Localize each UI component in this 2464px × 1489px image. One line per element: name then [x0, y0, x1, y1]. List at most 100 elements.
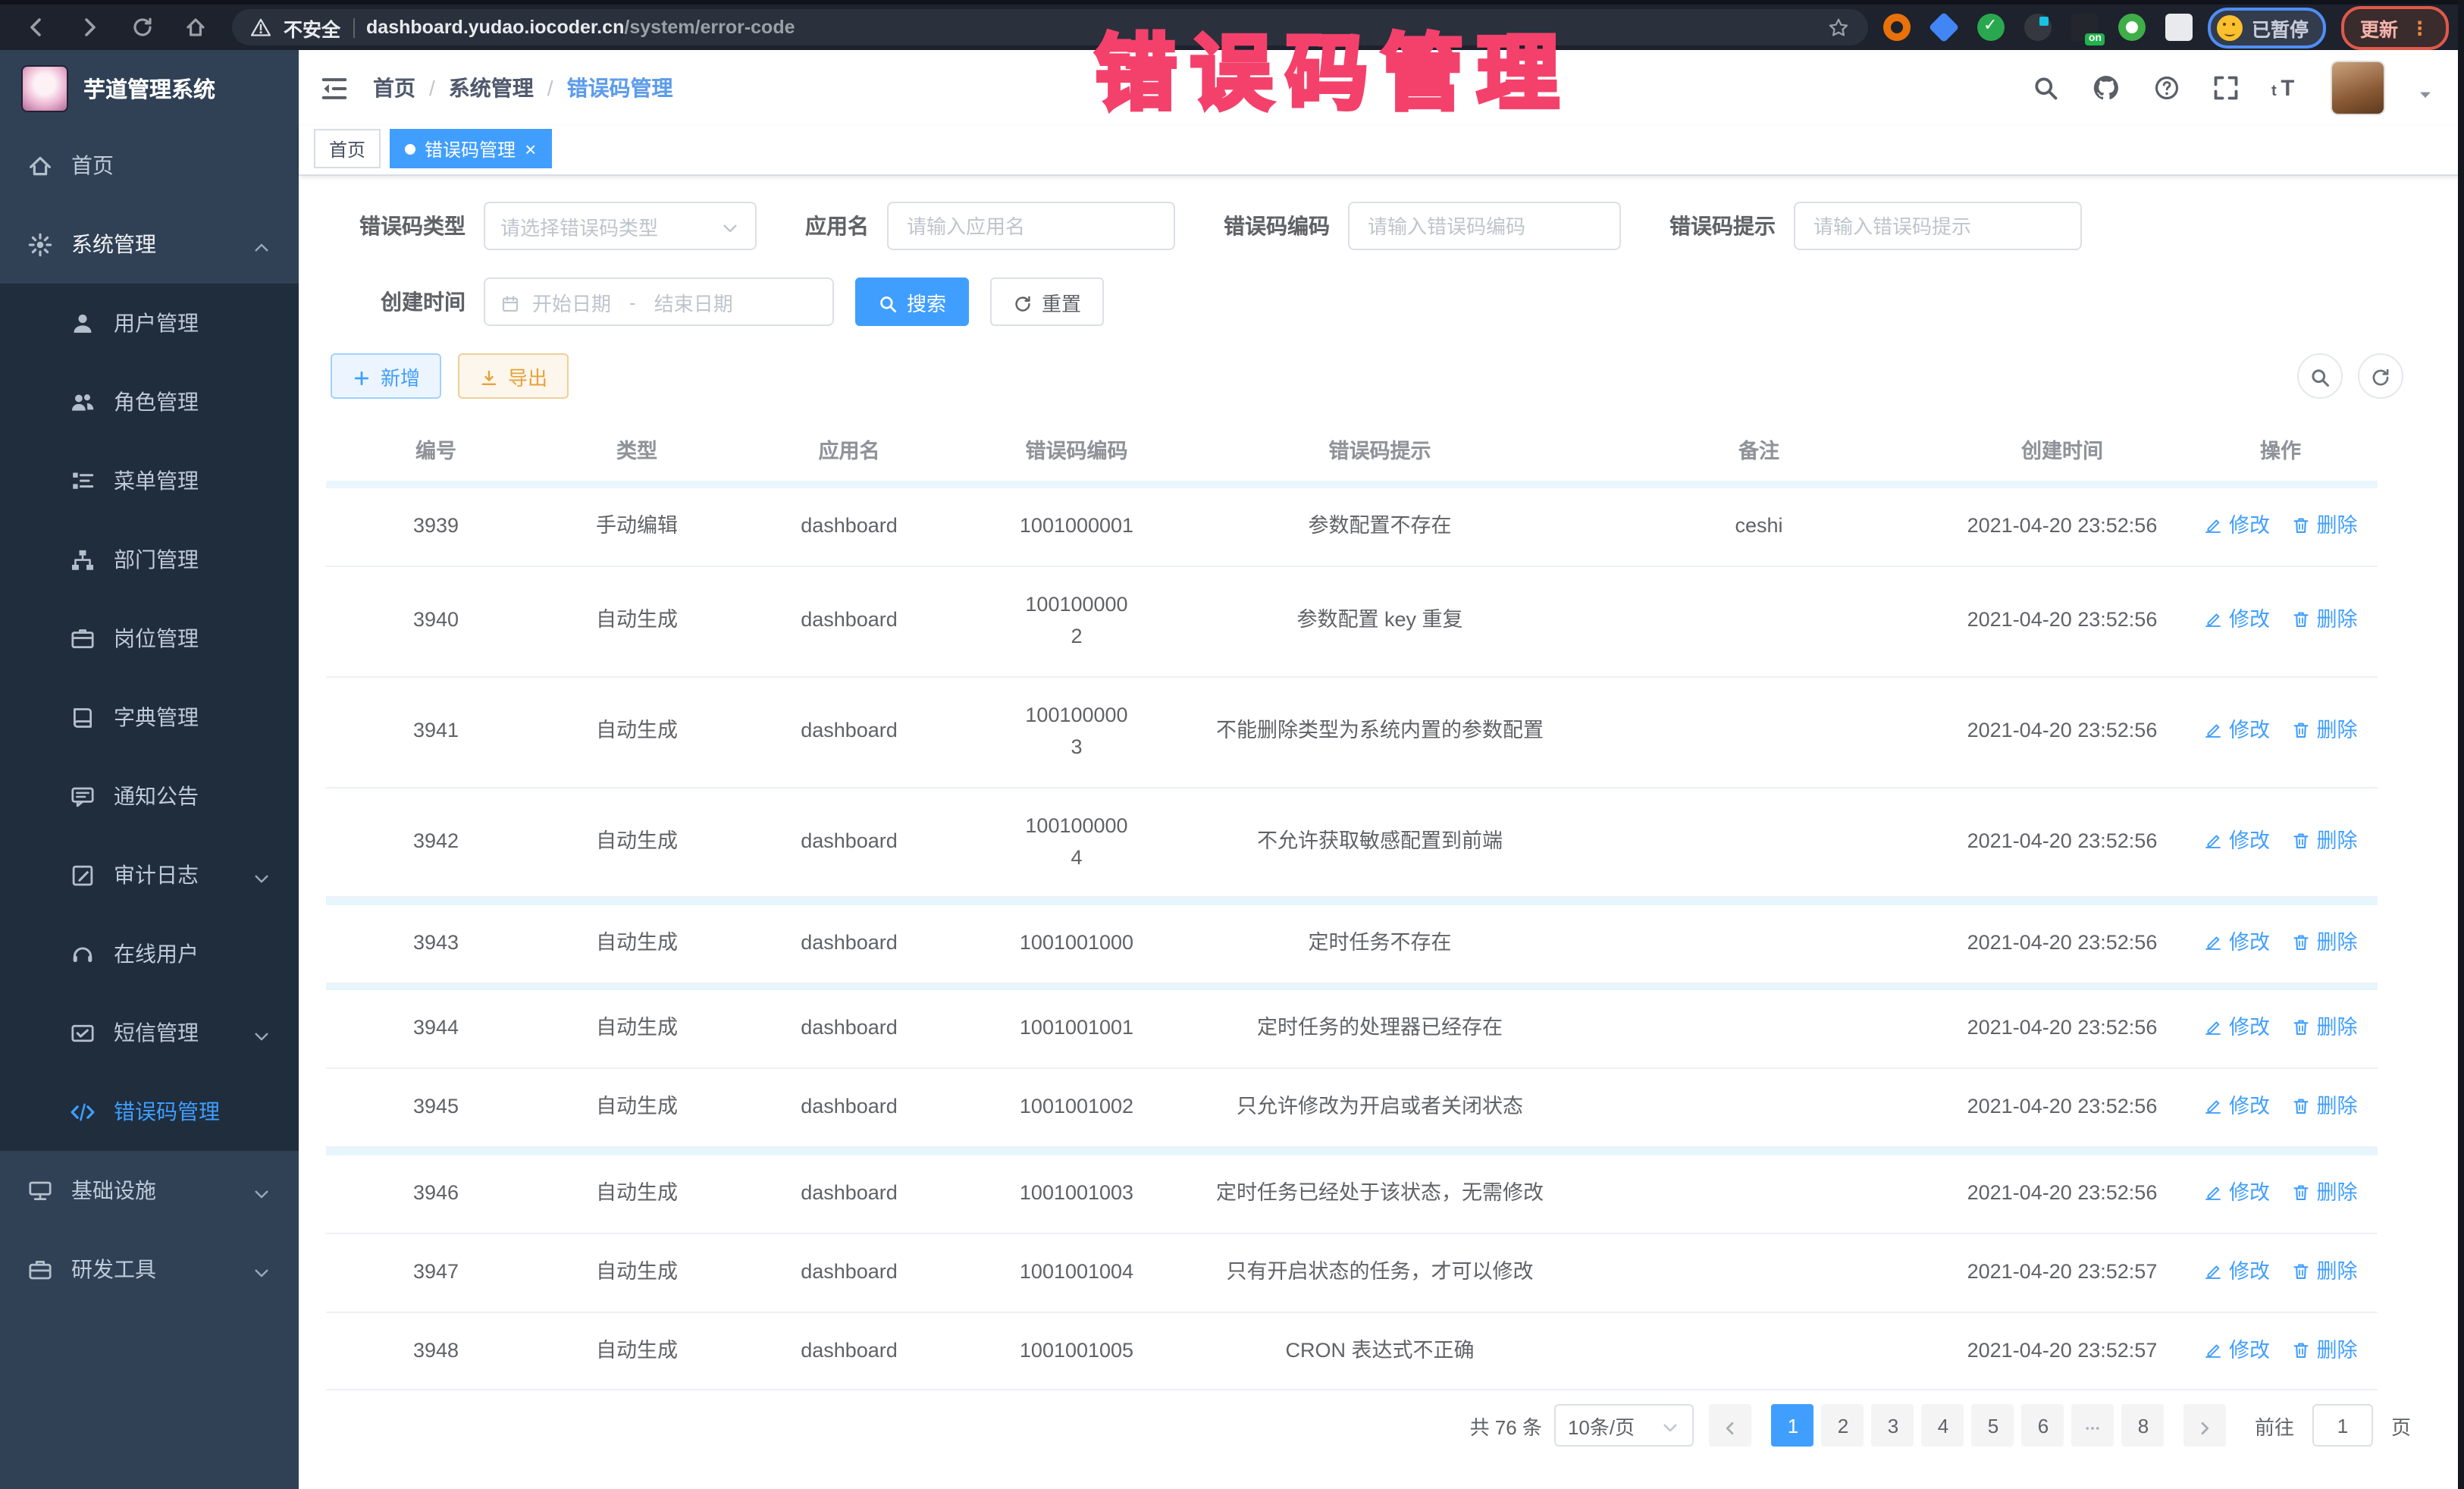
sidebar-item-部门管理[interactable]: 部门管理	[0, 520, 299, 599]
prev-page-button[interactable]	[1710, 1404, 1752, 1447]
page-button-8[interactable]: 8	[2122, 1404, 2165, 1447]
edit-button[interactable]: 修改	[2203, 719, 2270, 741]
page-size-select[interactable]: 10条/页	[1554, 1404, 1694, 1447]
green-key-extension-icon[interactable]	[2118, 14, 2146, 41]
address-bar[interactable]: 不安全 dashboard.yudao.iocoder.cn/system/er…	[232, 9, 1868, 45]
reload-icon[interactable]	[130, 15, 155, 39]
search-icon[interactable]	[2032, 74, 2059, 102]
sidebar-item-在线用户[interactable]: 在线用户	[0, 914, 299, 993]
sidebar-item-短信管理[interactable]: 短信管理	[0, 993, 299, 1072]
blue-gem-extension-icon[interactable]	[1929, 12, 1960, 43]
table-row[interactable]: 3945自动生成dashboard1001001002只允许修改为开启或者关闭状…	[326, 1069, 2378, 1148]
tab-error-code[interactable]: 错误码管理 ×	[390, 129, 551, 168]
edit-button[interactable]: 修改	[2203, 1017, 2270, 1039]
refresh-table-button[interactable]	[2358, 353, 2403, 399]
sidebar-item-角色管理[interactable]: 角色管理	[0, 362, 299, 441]
breadcrumb-home[interactable]: 首页	[373, 73, 415, 103]
app-logo-row[interactable]: 芋道管理系统	[0, 50, 299, 126]
sidebar-item-研发工具[interactable]: 研发工具	[0, 1230, 299, 1309]
sidebar-collapse-icon[interactable]	[320, 74, 349, 102]
reset-button[interactable]: 重置	[990, 277, 1104, 326]
edit-button[interactable]: 修改	[2203, 1338, 2270, 1361]
sidebar-item-用户管理[interactable]: 用户管理	[0, 284, 299, 362]
page-button-1[interactable]: 1	[1772, 1404, 1814, 1447]
orange-ring-extension-icon[interactable]	[1883, 14, 1911, 41]
app-name-input[interactable]	[904, 213, 1158, 239]
help-icon[interactable]	[2153, 74, 2180, 102]
puzzle-extension-icon[interactable]	[2165, 14, 2193, 41]
table-row[interactable]: 3944自动生成dashboard1001001001定时任务的处理器已经存在2…	[326, 991, 2378, 1069]
search-button[interactable]: 搜索	[855, 277, 969, 326]
paused-extension-badge[interactable]: 已暂停	[2208, 7, 2327, 48]
delete-button[interactable]: 删除	[2291, 829, 2358, 852]
sidebar-item-岗位管理[interactable]: 岗位管理	[0, 599, 299, 678]
forward-icon[interactable]	[77, 15, 102, 39]
github-icon[interactable]	[2091, 73, 2121, 103]
sidebar-item-错误码管理[interactable]: 错误码管理	[0, 1072, 299, 1151]
table-row[interactable]: 3948自动生成dashboard1001001005CRON 表达式不正确20…	[326, 1312, 2378, 1390]
page-button-5[interactable]: 5	[1972, 1404, 2014, 1447]
sidebar-item-首页[interactable]: 首页	[0, 126, 299, 205]
delete-button[interactable]: 删除	[2291, 719, 2358, 741]
back-icon[interactable]	[24, 15, 49, 39]
delete-button[interactable]: 删除	[2291, 1259, 2358, 1282]
add-button[interactable]: 新增	[331, 353, 441, 399]
browser-menu-icon[interactable]: ⋮	[2410, 16, 2431, 39]
grid-extension-icon[interactable]	[2024, 14, 2052, 41]
toggle-search-button[interactable]	[2297, 353, 2343, 399]
tab-home[interactable]: 首页	[314, 129, 381, 168]
delete-button[interactable]: 删除	[2291, 1096, 2358, 1118]
edit-button[interactable]: 修改	[2203, 1096, 2270, 1118]
font-size-icon[interactable]: tT	[2271, 74, 2299, 102]
sidebar-item-审计日志[interactable]: 审计日志	[0, 835, 299, 914]
page-button-2[interactable]: 2	[1822, 1404, 1864, 1447]
delete-button[interactable]: 删除	[2291, 931, 2358, 954]
table-row[interactable]: 3943自动生成dashboard1001001000定时任务不存在2021-0…	[326, 905, 2378, 983]
errorcode-hint-input[interactable]	[1810, 213, 2065, 239]
fullscreen-icon[interactable]	[2212, 74, 2240, 102]
home-icon[interactable]	[183, 15, 208, 39]
edit-button[interactable]: 修改	[2203, 829, 2270, 852]
tab-close-icon[interactable]: ×	[525, 139, 536, 158]
sidebar-item-通知公告[interactable]: 通知公告	[0, 757, 299, 835]
goto-page-input[interactable]	[2312, 1404, 2373, 1447]
edit-button[interactable]: 修改	[2203, 1180, 2270, 1203]
errorcode-type-select[interactable]: 请选择错误码类型	[484, 202, 757, 250]
green-check-extension-icon[interactable]	[1977, 14, 2005, 41]
table-row[interactable]: 3941自动生成dashboard100100000 3不能删除类型为系统内置的…	[326, 677, 2378, 788]
edit-button[interactable]: 修改	[2203, 1259, 2270, 1282]
breadcrumb-separator: /	[547, 76, 553, 100]
delete-button[interactable]: 删除	[2291, 1338, 2358, 1361]
table-row[interactable]: 3942自动生成dashboard100100000 4不允许获取敏感配置到前端…	[326, 787, 2378, 898]
edit-button[interactable]: 修改	[2203, 609, 2270, 632]
table-row[interactable]: 3946自动生成dashboard1001001003定时任务已经处于该状态，无…	[326, 1155, 2378, 1233]
more-pages-icon[interactable]	[2072, 1404, 2114, 1447]
sidebar-item-菜单管理[interactable]: 菜单管理	[0, 441, 299, 520]
sidebar-item-系统管理[interactable]: 系统管理	[0, 205, 299, 284]
browser-update-button[interactable]: 更新 ⋮	[2342, 5, 2449, 49]
table-row[interactable]: 3939手动编辑dashboard1001000001参数配置不存在ceshi2…	[326, 488, 2378, 566]
errorcode-code-input[interactable]	[1365, 213, 1604, 239]
sidebar-item-字典管理[interactable]: 字典管理	[0, 678, 299, 757]
sidebar-item-基础设施[interactable]: 基础设施	[0, 1151, 299, 1230]
chevron-down-icon[interactable]	[2417, 80, 2434, 96]
page-button-6[interactable]: 6	[2022, 1404, 2064, 1447]
edit-button[interactable]: 修改	[2203, 931, 2270, 954]
bookmark-star-icon[interactable]	[1827, 16, 1850, 39]
page-button-3[interactable]: 3	[1872, 1404, 1914, 1447]
user-avatar[interactable]	[2331, 61, 2385, 115]
on-badge-extension-icon[interactable]: on	[2071, 14, 2099, 41]
delete-button[interactable]: 删除	[2291, 609, 2358, 632]
delete-button[interactable]: 删除	[2291, 1180, 2358, 1203]
next-page-button[interactable]	[2184, 1404, 2227, 1447]
window-scrollbar[interactable]	[2458, 0, 2464, 1489]
breadcrumb-system[interactable]: 系统管理	[449, 73, 534, 103]
create-time-range-picker[interactable]: 开始日期 - 结束日期	[484, 277, 834, 326]
delete-button[interactable]: 删除	[2291, 1017, 2358, 1039]
delete-button[interactable]: 删除	[2291, 514, 2358, 537]
table-row[interactable]: 3940自动生成dashboard100100000 2参数配置 key 重复2…	[326, 566, 2378, 677]
page-button-4[interactable]: 4	[1922, 1404, 1964, 1447]
table-row[interactable]: 3947自动生成dashboard1001001004只有开启状态的任务，才可以…	[326, 1233, 2378, 1312]
export-button[interactable]: 导出	[458, 353, 569, 399]
edit-button[interactable]: 修改	[2203, 514, 2270, 537]
